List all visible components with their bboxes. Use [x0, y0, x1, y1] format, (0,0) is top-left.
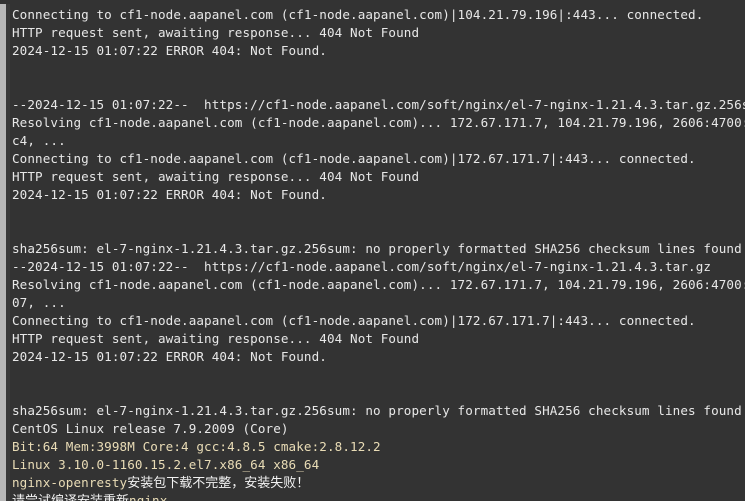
- terminal-line: HTTP request sent, awaiting response... …: [12, 25, 420, 40]
- terminal-line: 2024-12-15 01:07:22 ERROR 404: Not Found…: [12, 187, 327, 202]
- terminal-line: sha256sum: el-7-nginx-1.21.4.3.tar.gz.25…: [12, 403, 742, 418]
- terminal-console[interactable]: c4, ... Connecting to cf1-node.aapanel.co…: [0, 0, 745, 501]
- terminal-line: Linux 3.10.0-1160.15.2.el7.x86_64 x86_64: [12, 457, 320, 472]
- left-scroll-gutter[interactable]: [0, 0, 6, 501]
- terminal-line: HTTP request sent, awaiting response... …: [12, 169, 420, 184]
- line-segment: nginx: [129, 493, 168, 501]
- terminal-line: Connecting to cf1-node.aapanel.com (cf1-…: [12, 7, 704, 22]
- terminal-line: c4, ...: [12, 133, 66, 148]
- terminal-line: sha256sum: el-7-nginx-1.21.4.3.tar.gz.25…: [12, 241, 742, 256]
- window-edge-shadow: [6, 0, 10, 501]
- line-segment: 请尝试编译安装重新: [12, 494, 129, 501]
- terminal-line: Resolving cf1-node.aapanel.com (cf1-node…: [12, 115, 745, 130]
- terminal-line: CentOS Linux release 7.9.2009 (Core): [12, 421, 289, 436]
- terminal-line: 2024-12-15 01:07:22 ERROR 404: Not Found…: [12, 349, 327, 364]
- terminal-line: Connecting to cf1-node.aapanel.com (cf1-…: [12, 313, 696, 328]
- terminal-line: 07, ...: [12, 295, 66, 310]
- terminal-line: HTTP request sent, awaiting response... …: [12, 331, 420, 346]
- terminal-line: Resolving cf1-node.aapanel.com (cf1-node…: [12, 277, 745, 292]
- terminal-line: --2024-12-15 01:07:22-- https://cf1-node…: [12, 259, 712, 274]
- line-segment: 安装包下载不完整，安装失败！: [127, 476, 310, 491]
- retry-compile-line: 请尝试编译安装重新nginx: [12, 492, 745, 501]
- terminal-output-lines: c4, ... Connecting to cf1-node.aapanel.co…: [12, 0, 745, 501]
- line-segment: nginx-openresty: [12, 475, 128, 490]
- terminal-line: Connecting to cf1-node.aapanel.com (cf1-…: [12, 151, 696, 166]
- terminal-line: Bit:64 Mem:3998M Core:4 gcc:4.8.5 cmake:…: [12, 439, 381, 454]
- terminal-line: --2024-12-15 01:07:22-- https://cf1-node…: [12, 97, 745, 112]
- nginx-openresty-failure-line: nginx-openresty安装包下载不完整，安装失败！: [12, 474, 745, 492]
- terminal-window: c4, ... Connecting to cf1-node.aapanel.co…: [0, 0, 745, 501]
- terminal-line: 2024-12-15 01:07:22 ERROR 404: Not Found…: [12, 43, 327, 58]
